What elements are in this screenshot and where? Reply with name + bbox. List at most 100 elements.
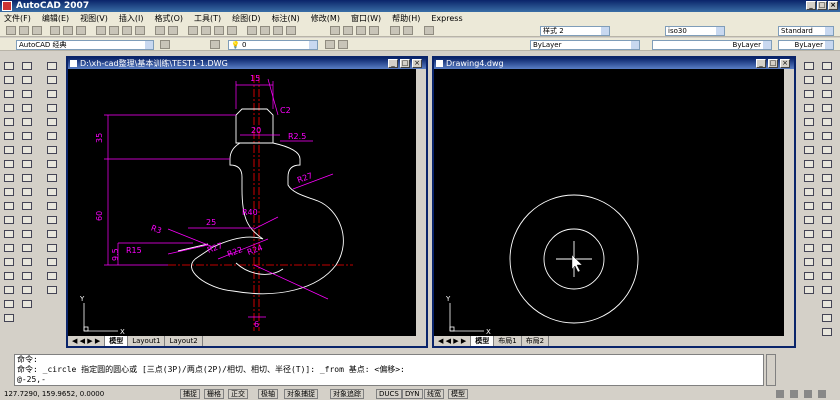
snap-from-icon[interactable]: [20, 256, 34, 268]
arc-icon[interactable]: [2, 130, 16, 142]
arc-length-dim-icon[interactable]: [45, 88, 59, 100]
mtext-icon[interactable]: [2, 312, 16, 324]
zoom-realtime-icon[interactable]: [201, 26, 211, 35]
make-block-icon[interactable]: [2, 228, 16, 240]
properties-icon[interactable]: [247, 26, 257, 35]
snap-insert-icon[interactable]: [20, 172, 34, 184]
region-icon[interactable]: [2, 284, 16, 296]
stretch-icon[interactable]: [802, 172, 816, 184]
copy-object-icon[interactable]: [802, 74, 816, 86]
snap-node-icon[interactable]: [20, 186, 34, 198]
snap-quadrant-icon[interactable]: [20, 116, 34, 128]
ortho-toggle[interactable]: 正交: [228, 389, 248, 399]
doc-maximize-button[interactable]: □: [400, 59, 410, 68]
array-icon[interactable]: [802, 116, 816, 128]
mid-between-icon[interactable]: [20, 298, 34, 310]
linetype-select[interactable]: ByLayer: [652, 40, 772, 50]
interfere-icon[interactable]: [820, 214, 834, 226]
break-icon[interactable]: [802, 228, 816, 240]
save-icon[interactable]: [32, 26, 42, 35]
new-icon[interactable]: [6, 26, 16, 35]
text-icon[interactable]: [330, 26, 340, 35]
ducs-toggle[interactable]: DUCS: [376, 389, 402, 399]
preview-icon[interactable]: [63, 26, 73, 35]
ordinate-dim-icon[interactable]: [45, 102, 59, 114]
menu-file[interactable]: 文件(F): [4, 13, 31, 24]
rotate-3d-icon[interactable]: [820, 130, 834, 142]
tab-layout2[interactable]: 布局2: [522, 336, 550, 346]
otrack-toggle[interactable]: 对象追踪: [330, 389, 364, 399]
polar-toggle[interactable]: 极轴: [258, 389, 278, 399]
revcloud-icon[interactable]: [2, 158, 16, 170]
workspace-settings-icon[interactable]: [160, 40, 170, 49]
menu-draw[interactable]: 绘图(D): [232, 13, 260, 24]
tool-palettes-icon[interactable]: [273, 26, 283, 35]
snap-perpendicular-icon[interactable]: [20, 144, 34, 156]
redo-icon[interactable]: [168, 26, 178, 35]
paste-icon[interactable]: [122, 26, 132, 35]
jogged-dim-icon[interactable]: [45, 130, 59, 142]
ellipse-arc-icon[interactable]: [2, 200, 16, 212]
design-center-icon[interactable]: [260, 26, 270, 35]
draworder-icon[interactable]: [820, 60, 834, 72]
zoom-window-icon[interactable]: [214, 26, 224, 35]
color-select[interactable]: ByLayer: [530, 40, 640, 50]
send-back-icon[interactable]: [820, 88, 834, 100]
snap-apparent-icon[interactable]: [20, 284, 34, 296]
dimension-icon[interactable]: [343, 26, 353, 35]
copy-icon[interactable]: [109, 26, 119, 35]
menu-tools[interactable]: 工具(T): [194, 13, 221, 24]
diameter-dim-icon[interactable]: [45, 144, 59, 156]
snap-nearest-icon[interactable]: [20, 200, 34, 212]
snap-none-icon[interactable]: [20, 214, 34, 226]
temp-track-icon[interactable]: [20, 242, 34, 254]
menu-insert[interactable]: 插入(I): [119, 13, 144, 24]
insert-block-icon[interactable]: [2, 214, 16, 226]
calculator-icon[interactable]: [424, 26, 434, 35]
snap-center-icon[interactable]: [20, 102, 34, 114]
plot-icon[interactable]: [50, 26, 60, 35]
lock-icon[interactable]: [790, 390, 798, 398]
dim-edit-icon[interactable]: [45, 256, 59, 268]
drawing-window-right[interactable]: Drawing4.dwg _ □ × Y X ◀ ◀ ▶ ▶ 模型 布局1 布局…: [432, 56, 796, 348]
quick-leader-icon[interactable]: [45, 214, 59, 226]
leader-icon[interactable]: [356, 26, 366, 35]
menu-help[interactable]: 帮助(H): [392, 13, 420, 24]
angular-dim-icon[interactable]: [45, 158, 59, 170]
menu-edit[interactable]: 编辑(E): [42, 13, 69, 24]
menu-view[interactable]: 视图(V): [80, 13, 108, 24]
circle-icon[interactable]: [2, 144, 16, 156]
menu-dimension[interactable]: 标注(N): [272, 13, 300, 24]
rotate-icon[interactable]: [802, 144, 816, 156]
vertical-scrollbar-right[interactable]: [784, 69, 794, 336]
magnet-icon[interactable]: [820, 298, 834, 310]
tab-layout1[interactable]: 布局1: [494, 336, 522, 346]
drawing-window-left[interactable]: D:\xh-cad整理\基本训练\TEST1-1.DWG _ □ × 15 C2…: [66, 56, 428, 348]
solid-edit-icon[interactable]: [820, 312, 834, 324]
maximize-button[interactable]: □: [817, 1, 827, 10]
snap-parallel-icon[interactable]: [20, 158, 34, 170]
cut-icon[interactable]: [96, 26, 106, 35]
linear-dim-icon[interactable]: [45, 60, 59, 72]
open-icon[interactable]: [19, 26, 29, 35]
doc-minimize-button[interactable]: _: [756, 59, 766, 68]
menu-format[interactable]: 格式(O): [154, 13, 183, 24]
trim-icon[interactable]: [802, 186, 816, 198]
move-3d-icon[interactable]: [820, 116, 834, 128]
tab-model[interactable]: 模型: [471, 336, 495, 346]
extend-icon[interactable]: [802, 200, 816, 212]
table-draw-icon[interactable]: [2, 298, 16, 310]
command-input[interactable]: @-25,-: [17, 375, 763, 385]
attribute-icon[interactable]: [403, 26, 413, 35]
undo-icon[interactable]: [155, 26, 165, 35]
chamfer-icon[interactable]: [802, 256, 816, 268]
tab-nav-arrows[interactable]: ◀ ◀ ▶ ▶: [68, 336, 106, 346]
close-button[interactable]: ×: [828, 1, 838, 10]
line-icon[interactable]: [2, 60, 16, 72]
point-icon[interactable]: [2, 242, 16, 254]
mirror-3d-icon[interactable]: [820, 158, 834, 170]
spline-icon[interactable]: [2, 172, 16, 184]
minimize-button[interactable]: _: [806, 1, 816, 10]
quick-dim-icon[interactable]: [45, 172, 59, 184]
clean-screen-icon[interactable]: [818, 390, 826, 398]
